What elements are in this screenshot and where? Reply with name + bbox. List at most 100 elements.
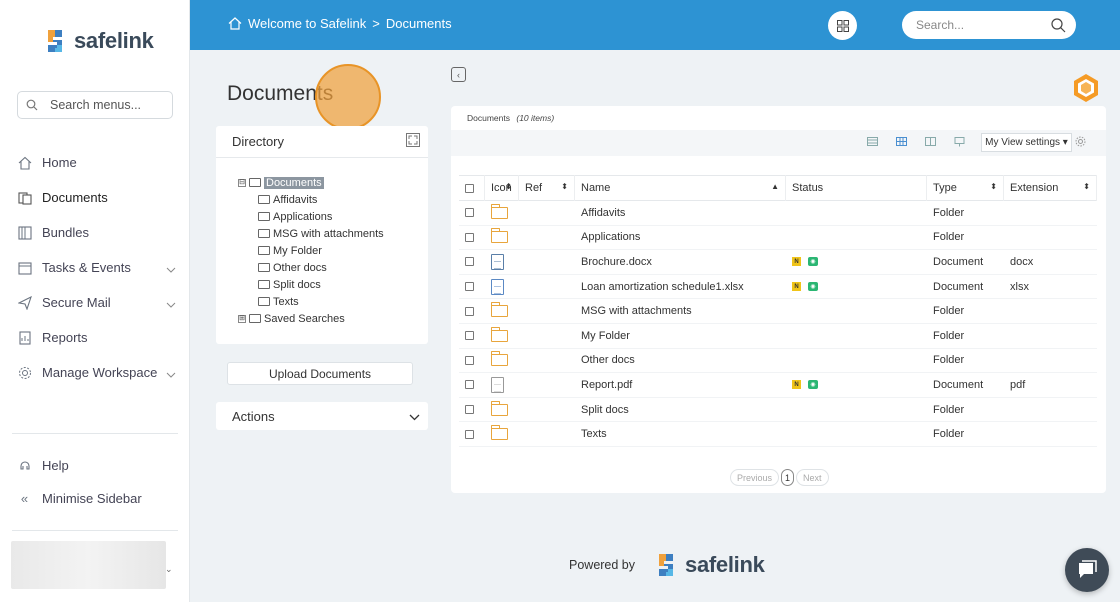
sidebar-item-documents[interactable]: Documents [17,180,182,215]
sidebar-item-tasks-events[interactable]: Tasks & Events [17,250,182,285]
safelink-logo[interactable]: safelink [40,26,154,56]
chat-button[interactable] [1065,548,1109,592]
sidebar-item-manage-workspace[interactable]: Manage Workspace [17,355,182,390]
split-view-icon[interactable] [925,137,936,150]
row-checkbox[interactable] [465,429,474,439]
chevron-down-icon[interactable] [166,261,176,276]
chevron-down-icon[interactable] [166,296,176,311]
chevron-down-icon[interactable] [166,366,176,381]
sidebar-item-label: Tasks & Events [42,260,131,275]
item-name[interactable]: MSG with attachments [581,305,692,317]
item-name[interactable]: Other docs [581,354,635,366]
col-name[interactable]: Name ▲ [575,175,786,201]
name-cell[interactable]: Brochure.docx [575,250,786,274]
table-row[interactable]: Applications Folder [459,226,1097,251]
row-checkbox[interactable] [465,282,474,292]
row-checkbox[interactable] [465,208,474,218]
workspace-hex-icon[interactable] [1073,73,1099,103]
ref-cell [519,299,575,323]
view-settings-dropdown[interactable]: My View settings ▾ [981,133,1072,152]
tree-node-msg-with-attachments[interactable]: MSG with attachments [238,225,384,242]
sidebar-item-secure-mail[interactable]: Secure Mail [17,285,182,320]
col-type[interactable]: Type ⬍ [927,175,1004,201]
apps-button[interactable] [828,11,857,40]
previous-page-button[interactable]: Previous [730,469,780,486]
tree-node-label: Split docs [273,278,321,291]
name-cell[interactable]: Other docs [575,349,786,373]
name-cell[interactable]: MSG with attachments [575,299,786,323]
directory-tree: ⊟ Documents Affidavits Applications MSG … [238,174,384,327]
table-row[interactable]: Other docs Folder [459,349,1097,374]
icon-cell [485,324,519,348]
table-row[interactable]: Brochure.docx N ◉ Document docx [459,250,1097,275]
current-page-button[interactable]: 1 [781,469,795,486]
collapse-toggle-icon[interactable]: ⊟ [238,178,246,187]
table-row[interactable]: Report.pdf N ◉ Document pdf [459,373,1097,398]
item-name[interactable]: Split docs [581,404,629,416]
actions-dropdown[interactable]: Actions [216,402,428,430]
tree-node-saved-searches[interactable]: ⊞ Saved Searches [238,310,384,327]
tree-node-other-docs[interactable]: Other docs [238,259,384,276]
settings-gear-icon[interactable] [1075,136,1086,150]
status-cell [786,226,927,250]
sidebar-item-bundles[interactable]: Bundles [17,215,182,250]
tree-node-texts[interactable]: Texts [238,293,384,310]
tree-node-applications[interactable]: Applications [238,208,384,225]
user-profile-card[interactable] [11,541,166,589]
breadcrumb-home-link[interactable]: Welcome to Safelink [248,16,366,31]
item-name[interactable]: Applications [581,231,640,243]
upload-documents-button[interactable]: Upload Documents [227,362,413,385]
user-chevron-down-icon[interactable]: ⌄ [165,564,173,575]
col-icon[interactable]: Icon ⬍ [485,175,519,201]
global-search-input[interactable]: Search... [902,11,1076,39]
name-cell[interactable]: Affidavits [575,201,786,225]
sidebar-item-reports[interactable]: Reports [17,320,182,355]
sidebar-item-help[interactable]: Help [17,448,69,483]
collapse-panel-icon[interactable]: ‹ [451,67,466,82]
col-ref[interactable]: Ref ⬍ [519,175,575,201]
row-checkbox[interactable] [465,257,474,267]
preview-icon[interactable] [954,137,965,150]
name-cell[interactable]: Split docs [575,398,786,422]
search-icon[interactable] [1051,17,1066,33]
col-extension[interactable]: Extension ⬍ [1004,175,1097,201]
next-page-button[interactable]: Next [796,469,829,486]
expand-icon[interactable] [406,133,420,150]
row-checkbox[interactable] [465,405,474,415]
row-checkbox[interactable] [465,355,474,365]
row-checkbox[interactable] [465,380,474,390]
row-checkbox[interactable] [465,331,474,341]
table-row[interactable]: My Folder Folder [459,324,1097,349]
table-row[interactable]: MSG with attachments Folder [459,299,1097,324]
table-row[interactable]: Split docs Folder [459,398,1097,423]
search-menus-input[interactable]: Search menus... [17,91,173,119]
name-cell[interactable]: Loan amortization schedule1.xlsx [575,275,786,299]
table-row[interactable]: Texts Folder [459,422,1097,447]
grid-view-icon[interactable] [896,137,907,150]
home-icon[interactable] [228,17,242,30]
item-name[interactable]: Texts [581,428,607,440]
name-cell[interactable]: My Folder [575,324,786,348]
item-name[interactable]: Loan amortization schedule1.xlsx [581,281,744,293]
tree-node-affidavits[interactable]: Affidavits [238,191,384,208]
row-checkbox[interactable] [465,306,474,316]
tree-node-split-docs[interactable]: Split docs [238,276,384,293]
table-row[interactable]: Loan amortization schedule1.xlsx N ◉ Docume… [459,275,1097,300]
name-cell[interactable]: Report.pdf [575,373,786,397]
select-all-checkbox[interactable] [465,183,474,193]
item-name[interactable]: Affidavits [581,207,625,219]
table-row[interactable]: Affidavits Folder [459,201,1097,226]
expand-toggle-icon[interactable]: ⊞ [238,314,246,323]
row-checkbox[interactable] [465,232,474,242]
name-cell[interactable]: Texts [575,422,786,446]
sidebar-item-home[interactable]: Home [17,145,182,180]
item-name[interactable]: Report.pdf [581,379,632,391]
tree-node-documents[interactable]: ⊟ Documents [238,174,384,191]
list-view-icon[interactable] [867,137,878,150]
col-status[interactable]: Status [786,175,927,201]
item-name[interactable]: My Folder [581,330,630,342]
name-cell[interactable]: Applications [575,226,786,250]
tree-node-my-folder[interactable]: My Folder [238,242,384,259]
minimise-sidebar-button[interactable]: « Minimise Sidebar [17,481,142,516]
item-name[interactable]: Brochure.docx [581,256,652,268]
